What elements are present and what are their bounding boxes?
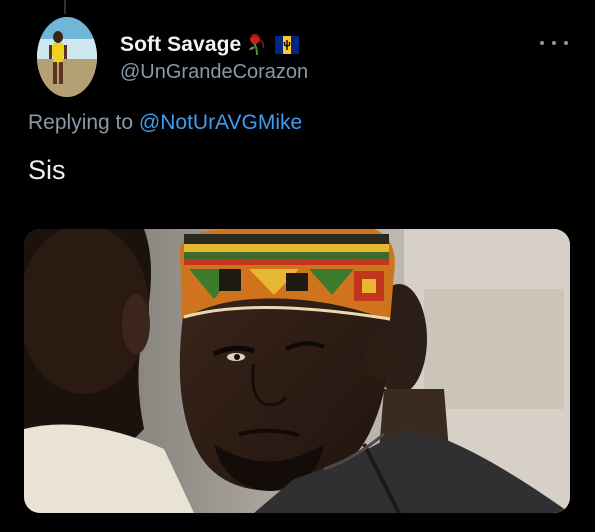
replying-to-label: Replying to	[28, 111, 134, 134]
more-horizontal-icon	[564, 41, 568, 45]
display-name[interactable]: Soft Savage	[120, 33, 241, 57]
tweet-text: Sis	[28, 155, 66, 185]
reaction-meme-photo	[24, 229, 570, 513]
barbados-flag-icon	[275, 36, 300, 54]
more-options-button[interactable]	[540, 36, 568, 50]
avatar[interactable]	[37, 17, 97, 97]
tweet-media-photo[interactable]	[24, 229, 570, 513]
replying-to-line: Replying to @NotUrAVGMike	[28, 111, 302, 135]
user-handle[interactable]: @UnGrandeCorazon	[120, 61, 308, 84]
avatar-photo	[37, 17, 97, 97]
name-row: Soft Savage	[120, 30, 300, 60]
more-horizontal-icon	[552, 41, 556, 45]
tweet-screen: Soft Savage @UnGrandeCorazon Replying to…	[0, 0, 595, 532]
reply-mention-link[interactable]: @NotUrAVGMike	[139, 111, 302, 134]
wilted-rose-icon	[247, 33, 269, 57]
thread-connector-line	[64, 0, 66, 14]
more-horizontal-icon	[540, 41, 544, 45]
